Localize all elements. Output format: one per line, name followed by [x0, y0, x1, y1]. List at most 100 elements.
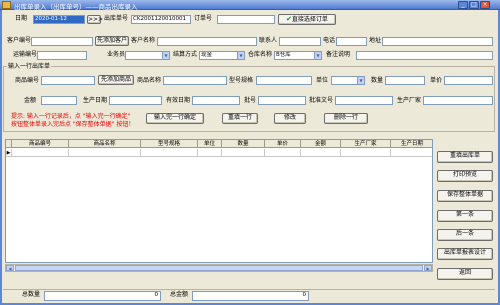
- product-name-input[interactable]: [163, 76, 227, 85]
- select-order-label: 直接选择订单: [291, 16, 328, 23]
- first-record-button[interactable]: 第一条: [437, 210, 493, 222]
- chevron-down-icon: ▼: [357, 77, 364, 84]
- col-header[interactable]: 商品名称: [69, 140, 141, 148]
- qty-input[interactable]: [385, 76, 425, 85]
- customer-no-input[interactable]: [31, 37, 93, 46]
- batch-label: 批号: [244, 97, 257, 104]
- grid-horizontal-scrollbar[interactable]: ◀ ▶: [5, 264, 433, 272]
- maker-input[interactable]: [423, 96, 493, 105]
- date-nav-button[interactable]: >>>: [87, 15, 103, 24]
- customer-name-label: 客户名称: [131, 37, 156, 44]
- date-input[interactable]: 2020-01-12: [33, 15, 85, 24]
- out-no-input[interactable]: CK2001120010001: [131, 15, 191, 24]
- select-order-button[interactable]: ✔直接选择订单: [278, 14, 336, 25]
- hint-line-1: 提示: 输入一行记录后，点 "输入完一行确定": [11, 113, 131, 120]
- col-header[interactable]: 数量: [222, 140, 265, 148]
- total-amount-label: 总金额: [170, 291, 189, 298]
- qty-label: 数量: [371, 77, 384, 84]
- add-customer-button[interactable]: 先添加客户: [95, 36, 129, 46]
- chevron-down-icon: ▼: [162, 52, 169, 59]
- chevron-down-icon: ▼: [314, 52, 321, 59]
- settle-value: 现金: [201, 52, 213, 58]
- reinput-row-button[interactable]: 重填一行: [222, 113, 258, 124]
- col-header[interactable]: 生产日期: [391, 140, 432, 148]
- scroll-thumb[interactable]: [15, 265, 423, 271]
- scroll-left-icon[interactable]: ◀: [6, 265, 14, 271]
- model-label: 型号规格: [229, 77, 254, 84]
- customer-name-input[interactable]: [157, 37, 257, 46]
- table-row[interactable]: ▶: [6, 149, 432, 157]
- date-label: 日期: [15, 15, 28, 22]
- report-designer-button[interactable]: 出库单报表设计: [437, 248, 493, 260]
- batch-input[interactable]: [258, 96, 306, 105]
- total-amount-value: 0: [192, 291, 309, 301]
- carrier-label: 运输编号: [13, 51, 38, 58]
- back-button[interactable]: 返回: [437, 268, 493, 280]
- approval-label: 批准文号: [309, 97, 334, 104]
- remark-label: 备注说明: [326, 51, 351, 58]
- contact-label: 联系人: [259, 37, 278, 44]
- chevron-down-icon: ▼: [237, 52, 244, 59]
- price-label: 单价: [430, 77, 443, 84]
- detail-grid[interactable]: 商品编号 商品名称 型号规格 单位 数量 单价 金额 生产厂家 生产日期 ▶: [5, 139, 433, 263]
- unit-select[interactable]: ▼: [331, 76, 365, 85]
- warehouse-value: B仓库: [276, 52, 291, 58]
- hint-line-2: 按钮整体单录入完后点 "保存整体单据" 按钮！: [11, 121, 135, 128]
- remark-input[interactable]: [356, 51, 493, 60]
- modify-button[interactable]: 修改: [274, 113, 306, 124]
- grid-header: 商品编号 商品名称 型号规格 单位 数量 单价 金额 生产厂家 生产日期: [6, 140, 432, 148]
- prod-date-input[interactable]: [109, 96, 162, 105]
- carrier-input[interactable]: [37, 51, 87, 60]
- total-qty-label: 总数量: [22, 291, 41, 298]
- minimize-button[interactable]: _: [458, 1, 468, 9]
- next-record-button[interactable]: 后一条: [437, 229, 493, 241]
- col-header[interactable]: 单价: [265, 140, 301, 148]
- order-no-input[interactable]: [217, 15, 275, 24]
- entry-group-title: 输入一行出库单: [7, 63, 52, 71]
- scroll-right-icon[interactable]: ▶: [424, 265, 432, 271]
- col-header[interactable]: 生产厂家: [341, 140, 391, 148]
- col-header[interactable]: 商品编号: [12, 140, 69, 148]
- add-product-button[interactable]: 先添加商品: [98, 75, 134, 85]
- confirm-row-button[interactable]: 输入完一行确定: [146, 113, 204, 124]
- warehouse-select[interactable]: B仓库 ▼: [274, 51, 322, 60]
- status-divider: [3, 289, 495, 290]
- title-bar: 出库单录入（出库单号）——商品出库录入 _ □ ×: [0, 0, 500, 11]
- settle-label: 结算方式: [173, 51, 198, 58]
- app-icon: [2, 1, 11, 9]
- maker-label: 生产厂家: [397, 97, 422, 104]
- address-input[interactable]: [382, 37, 493, 46]
- approval-input[interactable]: [335, 96, 393, 105]
- order-no-label: 订单号: [194, 15, 213, 22]
- col-header[interactable]: 型号规格: [141, 140, 198, 148]
- delete-row-button[interactable]: 删除一行: [324, 113, 368, 124]
- phone-label: 电话: [323, 37, 336, 44]
- expiry-label: 有效日期: [166, 97, 191, 104]
- unit-label: 单位: [316, 77, 329, 84]
- contact-input[interactable]: [279, 37, 321, 46]
- amount-input[interactable]: [41, 96, 77, 105]
- salesman-label: 业务员: [107, 51, 126, 58]
- product-no-input[interactable]: [41, 76, 95, 85]
- prod-date-label: 生产日期: [83, 97, 108, 104]
- phone-input[interactable]: [336, 37, 367, 46]
- customer-no-label: 客户编号: [7, 37, 32, 44]
- settle-select[interactable]: 现金 ▼: [199, 51, 245, 60]
- col-header[interactable]: 单位: [198, 140, 222, 148]
- expiry-input[interactable]: [192, 96, 240, 105]
- product-no-label: 商品编号: [15, 77, 40, 84]
- salesman-select[interactable]: ▼: [125, 51, 170, 60]
- price-input[interactable]: [444, 76, 493, 85]
- address-label: 地址: [369, 37, 382, 44]
- refill-order-button[interactable]: 重填出库单: [437, 151, 493, 163]
- total-qty-value: 0: [44, 291, 161, 301]
- maximize-button[interactable]: □: [469, 1, 479, 9]
- close-button[interactable]: ×: [480, 1, 490, 9]
- col-header[interactable]: 金额: [301, 140, 341, 148]
- model-input[interactable]: [256, 76, 312, 85]
- product-name-label: 商品名称: [137, 77, 162, 84]
- warehouse-label: 仓库名称: [248, 51, 273, 58]
- print-preview-button[interactable]: 打印预览: [437, 170, 493, 182]
- save-order-button[interactable]: 保存整体单据: [437, 190, 493, 202]
- amount-label: 金额: [24, 97, 37, 104]
